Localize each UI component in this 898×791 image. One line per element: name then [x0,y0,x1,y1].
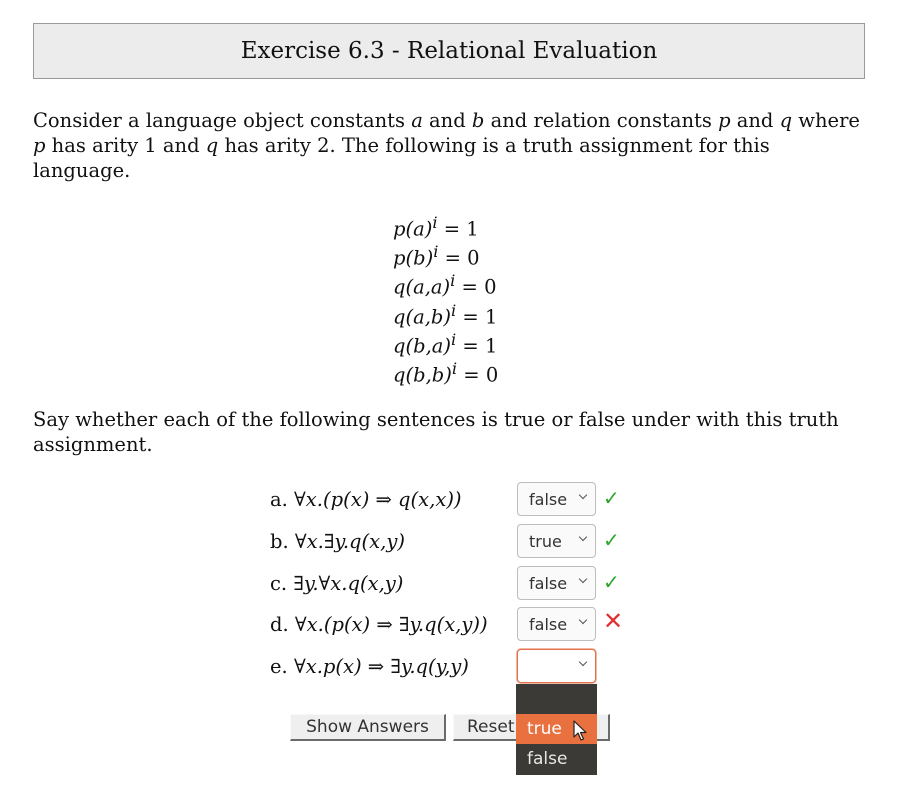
chevron-down-icon [578,490,588,500]
answer-value: false [529,574,568,593]
question-formula: ∀x.p(x) ⇒ ∃y.q(y,y) [293,655,469,678]
question-row-a: a. ∀x.(p(x) ⇒ q(x,x)) false ✓ [270,482,670,516]
intro-var: a [411,109,423,132]
dropdown-option-empty[interactable] [516,684,597,714]
intro-text: has arity 1 and [45,134,206,157]
question-formula: ∀x.∃y.q(x,y) [294,530,405,553]
question-letter: d. [270,613,289,636]
exercise-title-text: Exercise 6.3 - Relational Evaluation [240,38,658,64]
assignment-row: q(a,a)i = 0 [393,266,498,299]
question-label: d. ∀x.(p(x) ⇒ ∃y.q(x,y)) [270,613,488,636]
answer-value: false [529,615,568,634]
check-icon: ✓ [603,528,620,552]
intro-var: p [718,109,731,132]
instruction-paragraph: Say whether each of the following senten… [33,408,839,456]
question-formula: ∀x.(p(x) ⇒ ∃y.q(x,y)) [294,613,488,636]
answer-value: true [529,532,562,551]
answer-select-e[interactable] [517,649,596,683]
answer-select-c[interactable]: false [517,566,596,600]
question-row-b: b. ∀x.∃y.q(x,y) true ✓ [270,524,670,558]
intro-text: where [792,109,860,132]
check-icon: ✓ [603,570,620,594]
assignment-value: = 0 [457,363,499,387]
assignment-row: q(b,a)i = 1 [393,325,498,358]
answer-select-a[interactable]: false [517,482,596,516]
question-label: b. ∀x.∃y.q(x,y) [270,530,405,553]
question-label: e. ∀x.p(x) ⇒ ∃y.q(y,y) [270,655,469,678]
answer-select-b[interactable]: true [517,524,596,558]
question-formula: ∀x.(p(x) ⇒ q(x,x)) [294,488,462,511]
assignment-row: p(a)i = 1 [393,208,498,241]
question-label: c. ∃y.∀x.q(x,y) [270,572,403,595]
chevron-down-icon [578,615,588,625]
question-row-d: d. ∀x.(p(x) ⇒ ∃y.q(x,y)) false ✕ [270,607,670,641]
question-row-c: c. ∃y.∀x.q(x,y) false ✓ [270,566,670,600]
answer-value: false [529,490,568,509]
chevron-down-icon [578,532,588,542]
assignment-row: q(b,b)i = 0 [393,354,499,387]
cross-icon: ✕ [603,607,624,635]
exercise-title: Exercise 6.3 - Relational Evaluation [33,23,865,79]
intro-paragraph: Consider a language object constants a a… [33,108,863,183]
intro-text: and relation constants [484,109,719,132]
check-icon: ✓ [603,486,620,510]
assignment-row: q(a,b)i = 1 [393,296,498,329]
chevron-down-icon [578,657,588,667]
question-formula: ∃y.∀x.q(x,y) [293,572,404,595]
intro-var: p [33,134,46,157]
intro-var: q [779,109,793,132]
assignment-term: q(b,b) [393,363,452,387]
question-letter: c. [270,572,288,595]
show-answers-button[interactable]: Show Answers [290,714,446,741]
answer-select-d[interactable]: false [517,607,596,641]
intro-text: Consider a language object constants [33,109,412,132]
question-letter: a. [270,488,288,511]
chevron-down-icon [578,574,588,584]
question-label: a. ∀x.(p(x) ⇒ q(x,x)) [270,488,462,511]
mouse-cursor-icon [573,720,587,741]
assignment-row: p(b)i = 0 [393,237,498,270]
intro-var: q [205,134,219,157]
intro-text: and [730,109,780,132]
question-letter: b. [270,530,289,553]
truth-assignment: p(a)i = 1 p(b)i = 0 q(a,a)i = 0 q(a,b)i … [393,208,499,387]
question-letter: e. [270,655,288,678]
dropdown-option-false[interactable]: false [516,744,597,774]
question-row-e: e. ∀x.p(x) ⇒ ∃y.q(y,y) [270,649,670,683]
intro-text: and [422,109,472,132]
intro-var: b [471,109,485,132]
